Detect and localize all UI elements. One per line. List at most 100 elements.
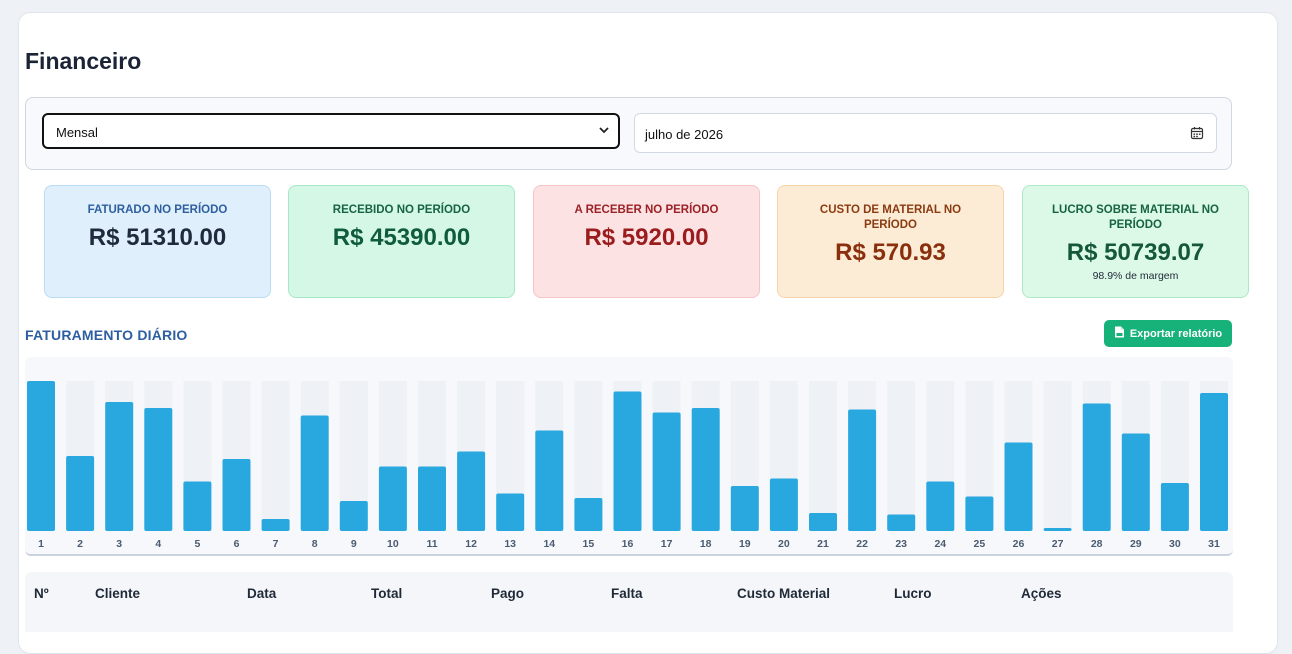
period-type-select[interactable]: Mensal xyxy=(42,113,620,149)
x-tick-label: 29 xyxy=(1130,538,1142,550)
export-report-button[interactable]: Exportar relatório xyxy=(1104,320,1232,347)
x-tick-label: 27 xyxy=(1052,538,1064,550)
stat-margin: 98.9% de margem xyxy=(1092,270,1179,282)
x-tick-label: 30 xyxy=(1169,538,1181,550)
export-report-label: Exportar relatório xyxy=(1129,327,1223,340)
x-tick-label: 16 xyxy=(622,538,634,550)
x-tick-label: 24 xyxy=(934,538,946,550)
daily-revenue-chart-svg: 1 2 3 4 5 6 7 8 9 10 11 12 13 14 15 16 17 18 19 20 21 22 23 24 2… xyxy=(27,381,1228,550)
bar-day-13[interactable] xyxy=(496,493,525,532)
file-icon xyxy=(1114,326,1125,341)
x-tick-label: 31 xyxy=(1208,538,1220,550)
stat-label: LUCRO SOBRE MATERIAL NO PERÍODO xyxy=(1052,204,1219,231)
bar-day-14[interactable] xyxy=(535,430,564,532)
stat-label: FATURADO NO PERÍODO xyxy=(87,204,228,216)
bar-day-2[interactable] xyxy=(66,456,95,531)
filters-panel: Mensal julho de 2026 xyxy=(25,97,1232,170)
x-tick-label: 23 xyxy=(895,538,907,550)
bar-day-11[interactable] xyxy=(418,466,446,532)
x-tick-label: 14 xyxy=(543,538,555,550)
bar-day-23[interactable] xyxy=(887,514,916,532)
x-tick-label: 19 xyxy=(739,538,751,550)
stat-value: R$ 5920.00 xyxy=(584,224,709,251)
bar-day-1[interactable] xyxy=(27,381,55,531)
stat-label: RECEBIDO NO PERÍODO xyxy=(332,204,471,216)
x-tick-label: 11 xyxy=(426,538,437,550)
stat-card-lucro: LUCRO SOBRE MATERIAL NO PERÍODO R$ 50739… xyxy=(1022,185,1249,298)
bar-track xyxy=(887,381,916,531)
bar-day-26[interactable] xyxy=(1004,442,1033,532)
x-tick-label: 2 xyxy=(77,538,83,550)
bar-day-21[interactable] xyxy=(809,513,837,531)
section-title: FATURAMENTO DIÁRIO xyxy=(25,327,188,343)
x-tick-label: 4 xyxy=(155,538,161,550)
bar-day-3[interactable] xyxy=(105,402,134,531)
x-tick-label: 25 xyxy=(974,538,986,550)
col-header-acoes: Ações xyxy=(1021,586,1062,601)
x-tick-label: 17 xyxy=(661,538,673,550)
bar-track xyxy=(809,381,837,531)
stat-label: A RECEBER NO PERÍODO xyxy=(574,204,719,216)
stat-label: CUSTO DE MATERIAL NO PERÍODO xyxy=(819,204,962,231)
stat-value: R$ 50739.07 xyxy=(1066,239,1205,266)
bar-day-16[interactable] xyxy=(613,391,642,532)
x-tick-label: 8 xyxy=(312,538,318,550)
stat-value: R$ 45390.00 xyxy=(332,224,471,251)
x-tick-label: 7 xyxy=(273,538,279,550)
bar-day-30[interactable] xyxy=(1160,483,1189,531)
table-header: Nº Cliente Data Total Pago Falta Custo M… xyxy=(25,572,1233,632)
bar-day-24[interactable] xyxy=(926,481,955,532)
bar-track xyxy=(261,381,290,531)
x-tick-label: 9 xyxy=(351,538,357,550)
bar-track xyxy=(1043,381,1072,531)
bar-day-25[interactable] xyxy=(965,496,994,532)
bar-day-9[interactable] xyxy=(339,501,368,531)
x-tick-label: 26 xyxy=(1013,538,1025,550)
bar-day-7[interactable] xyxy=(261,519,290,531)
page-title: Financeiro xyxy=(25,48,142,74)
stat-card-recebido: RECEBIDO NO PERÍODO R$ 45390.00 xyxy=(288,185,515,298)
x-tick-label: 10 xyxy=(387,538,399,550)
chevron-down-icon xyxy=(598,124,610,139)
bar-day-12[interactable] xyxy=(457,451,486,532)
x-tick-label: 28 xyxy=(1091,538,1103,550)
bar-day-5[interactable] xyxy=(183,481,212,532)
bar-day-18[interactable] xyxy=(691,408,720,531)
col-header-lucro: Lucro xyxy=(894,586,932,601)
stat-value: R$ 51310.00 xyxy=(88,224,227,251)
x-tick-label: 22 xyxy=(856,538,868,550)
bar-day-28[interactable] xyxy=(1082,403,1111,532)
bar-day-17[interactable] xyxy=(652,412,681,532)
x-tick-label: 20 xyxy=(778,538,790,550)
month-picker-value: julho de 2026 xyxy=(645,127,724,142)
x-tick-label: 12 xyxy=(465,538,477,550)
bar-day-10[interactable] xyxy=(378,466,407,532)
stat-card-a-receber: A RECEBER NO PERÍODO R$ 5920.00 xyxy=(533,185,760,298)
bar-day-31[interactable] xyxy=(1200,393,1228,531)
stat-value: R$ 570.93 xyxy=(835,239,946,266)
bar-day-6[interactable] xyxy=(222,459,251,531)
col-header-data: Data xyxy=(247,586,277,601)
col-header-numero: Nº xyxy=(34,586,49,601)
bar-day-15[interactable] xyxy=(574,498,603,531)
col-header-custo-material: Custo Material xyxy=(737,586,831,601)
x-tick-label: 18 xyxy=(700,538,712,550)
bar-day-22[interactable] xyxy=(848,409,877,532)
x-tick-label: 21 xyxy=(817,538,829,550)
x-tick-label: 5 xyxy=(194,538,200,550)
x-tick-label: 13 xyxy=(504,538,516,550)
bar-day-20[interactable] xyxy=(769,478,798,532)
bar-day-19[interactable] xyxy=(730,486,759,531)
stat-card-faturado: FATURADO NO PERÍODO R$ 51310.00 xyxy=(44,185,271,298)
bar-day-4[interactable] xyxy=(144,408,173,531)
month-picker[interactable]: julho de 2026 xyxy=(634,113,1217,153)
bar-day-27[interactable] xyxy=(1043,528,1072,531)
bar-day-8[interactable] xyxy=(300,415,329,532)
bar-day-29[interactable] xyxy=(1121,433,1150,532)
col-header-falta: Falta xyxy=(611,586,643,601)
x-tick-label: 6 xyxy=(234,538,240,550)
calendar-icon[interactable] xyxy=(1190,126,1204,145)
x-tick-label: 1 xyxy=(38,538,44,550)
col-header-cliente: Cliente xyxy=(95,586,141,601)
stat-card-custo-material: CUSTO DE MATERIAL NO PERÍODO R$ 570.93 xyxy=(777,185,1004,298)
